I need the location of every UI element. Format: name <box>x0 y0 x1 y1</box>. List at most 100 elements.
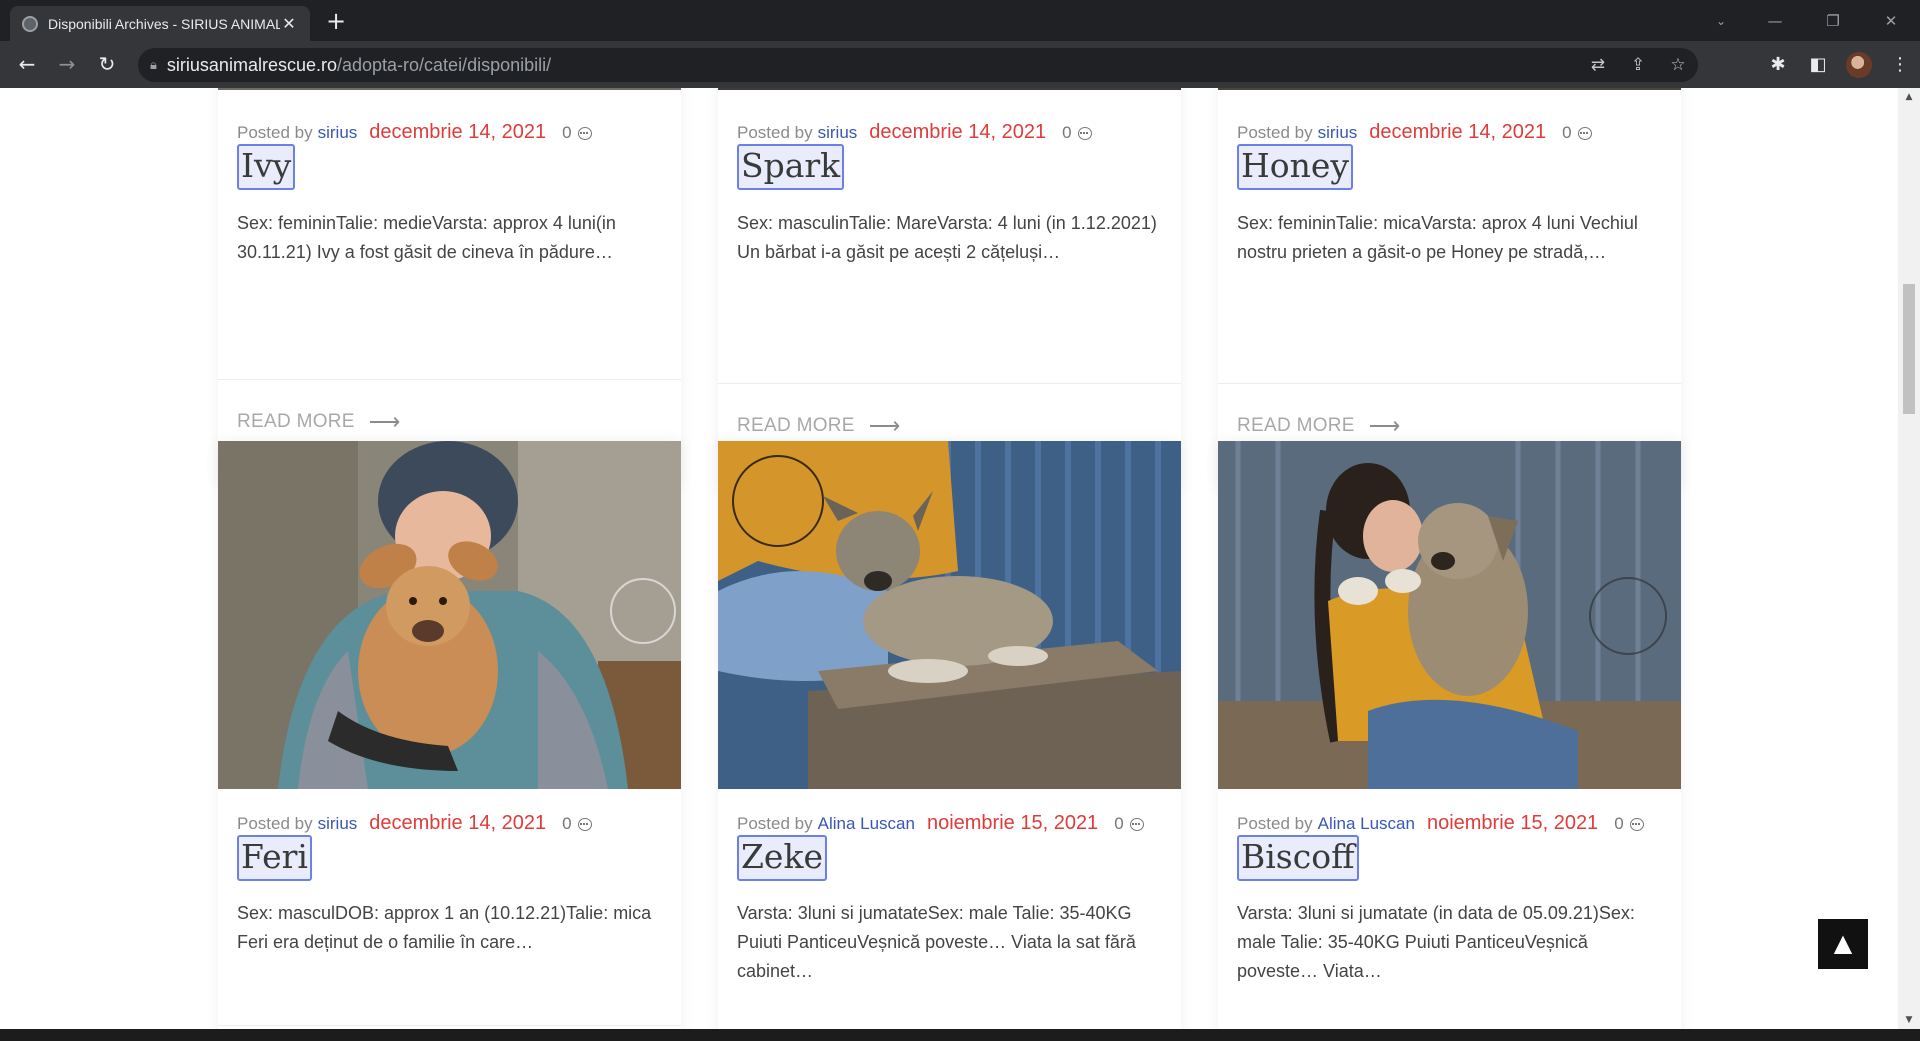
posted-by-label: Posted by <box>737 123 813 142</box>
post-excerpt: Varsta: 3luni si jumatateSex: male Talie… <box>737 903 1136 981</box>
tab-title: Disponibili Archives - SIRIUS ANIMAL RES… <box>48 15 280 32</box>
comment-count-value: 0 <box>562 814 572 833</box>
post-excerpt: Sex: masculinTalie: MareVarsta: 4 luni (… <box>737 213 1157 262</box>
photo-woman-kissing-dog <box>1218 441 1681 789</box>
post-title[interactable]: Honey <box>1237 144 1354 190</box>
post-title[interactable]: Feri <box>237 835 312 881</box>
posted-by-label: Posted by <box>737 814 813 833</box>
post-date[interactable]: noiembrie 15, 2021 <box>927 812 1098 835</box>
post-excerpt: Sex: masculDOB: approx 1 an (10.12.21)Ta… <box>237 903 652 952</box>
scroll-up-arrow-icon[interactable]: ▲ <box>1898 92 1920 102</box>
post-title[interactable]: Spark <box>737 144 845 190</box>
comment-count-value: 0 <box>562 123 572 142</box>
comment-count-value: 0 <box>1614 814 1624 833</box>
post-title[interactable]: Ivy <box>237 144 296 190</box>
side-panel-icon[interactable]: ◧ <box>1798 54 1838 75</box>
comment-count-value: 0 <box>1562 123 1572 142</box>
back-button[interactable]: ← <box>14 52 40 78</box>
browser-toolbar: ← → ↻ 🔒︎ siriusanimalrescue.ro/adopta-ro… <box>0 41 1920 88</box>
card-divider <box>218 1025 681 1026</box>
author-link[interactable]: sirius <box>318 123 358 143</box>
profile-avatar[interactable] <box>1846 51 1872 78</box>
post-date[interactable]: decembrie 14, 2021 <box>869 121 1046 144</box>
post-image[interactable] <box>1218 441 1681 789</box>
post-meta: Posted by sirius decembrie 14, 2021 0 <box>1237 121 1592 144</box>
read-more-link[interactable]: READ MORE ⟶ <box>737 413 901 439</box>
comment-count[interactable]: 0 <box>562 123 592 143</box>
post-card-biscoff: Posted by Alina Luscan noiembrie 15, 202… <box>1218 441 1681 1029</box>
comment-bubble-icon <box>1629 817 1644 831</box>
read-more-label: READ MORE <box>1237 415 1355 436</box>
lock-icon: 🔒︎ <box>150 57 157 72</box>
posted-by-label: Posted by <box>1237 123 1313 142</box>
arrow-right-icon: ⟶ <box>868 413 901 438</box>
post-card-spark: Posted by sirius decembrie 14, 2021 0 Sp… <box>718 88 1181 490</box>
share-icon[interactable]: ⇪ <box>1618 55 1658 75</box>
posted-by-label: Posted by <box>237 123 313 142</box>
card-divider <box>718 383 1181 384</box>
author-link[interactable]: Alina Luscan <box>1318 814 1415 834</box>
card-divider <box>1218 383 1681 384</box>
toolbar-right: ✱ ◧ ⋮ <box>1758 41 1920 88</box>
minimize-button[interactable]: — <box>1746 12 1804 30</box>
restore-button[interactable]: ❐ <box>1804 12 1862 30</box>
post-image[interactable] <box>718 441 1181 789</box>
post-excerpt: Varsta: 3luni si jumatate (in data de 05… <box>1237 903 1635 981</box>
os-taskbar <box>0 1029 1920 1041</box>
post-date[interactable]: decembrie 14, 2021 <box>369 121 546 144</box>
comment-bubble-icon <box>577 817 592 831</box>
site-favicon-icon <box>22 15 38 32</box>
post-date[interactable]: decembrie 14, 2021 <box>1369 121 1546 144</box>
author-link[interactable]: sirius <box>818 123 858 143</box>
post-date[interactable]: noiembrie 15, 2021 <box>1427 812 1598 835</box>
comment-count[interactable]: 0 <box>1562 123 1592 143</box>
author-link[interactable]: sirius <box>318 814 358 834</box>
tab-search-chevron-icon[interactable]: ⌄ <box>1696 14 1746 28</box>
page-viewport: Posted by sirius decembrie 14, 2021 0 Iv… <box>0 88 1898 1029</box>
read-more-link[interactable]: READ MORE ⟶ <box>237 409 401 435</box>
post-card-feri: Posted by sirius decembrie 14, 2021 0 Fe… <box>218 441 681 1029</box>
scrollbar-thumb[interactable] <box>1903 284 1915 414</box>
omnibox-actions: ⇄ ⇪ ☆ <box>1578 48 1698 82</box>
close-window-button[interactable]: ✕ <box>1862 12 1920 30</box>
comment-count[interactable]: 0 <box>1114 814 1144 834</box>
extensions-icon[interactable]: ✱ <box>1758 54 1798 75</box>
read-more-link[interactable]: READ MORE ⟶ <box>1237 413 1401 439</box>
post-image[interactable] <box>1218 88 1681 90</box>
post-image[interactable] <box>718 88 1181 90</box>
post-title[interactable]: Biscoff <box>1237 835 1359 881</box>
post-date[interactable]: decembrie 14, 2021 <box>369 812 546 835</box>
comment-count[interactable]: 0 <box>1062 123 1092 143</box>
page-scrollbar[interactable]: ▲ ▼ <box>1898 88 1920 1029</box>
comment-bubble-icon <box>1077 126 1092 140</box>
bookmark-star-icon[interactable]: ☆ <box>1658 55 1698 75</box>
post-meta: Posted by sirius decembrie 14, 2021 0 <box>237 121 592 144</box>
url-path: /adopta-ro/catei/disponibili/ <box>336 54 552 75</box>
browser-tab[interactable]: Disponibili Archives - SIRIUS ANIMAL RES… <box>10 6 310 41</box>
reload-button[interactable]: ↻ <box>94 52 120 78</box>
post-meta: Posted by sirius decembrie 14, 2021 0 <box>237 812 592 835</box>
comment-count[interactable]: 0 <box>1614 814 1644 834</box>
browser-menu-icon[interactable]: ⋮ <box>1880 54 1920 75</box>
address-bar[interactable]: 🔒︎ siriusanimalrescue.ro/adopta-ro/catei… <box>138 48 1698 82</box>
post-meta: Posted by sirius decembrie 14, 2021 0 <box>737 121 1092 144</box>
post-excerpt: Sex: femininTalie: micaVarsta: aprox 4 l… <box>1237 213 1638 262</box>
photo-puppy-on-doghouse <box>718 441 1181 789</box>
scroll-down-arrow-icon[interactable]: ▼ <box>1898 1015 1920 1025</box>
card-divider <box>218 379 681 380</box>
translate-icon[interactable]: ⇄ <box>1578 55 1618 75</box>
post-image[interactable] <box>218 88 681 90</box>
photo-woman-holding-dog <box>218 441 681 789</box>
comment-count-value: 0 <box>1114 814 1124 833</box>
post-card-zeke: Posted by Alina Luscan noiembrie 15, 202… <box>718 441 1181 1029</box>
comment-count[interactable]: 0 <box>562 814 592 834</box>
forward-button[interactable]: → <box>54 52 80 78</box>
new-tab-button[interactable]: + <box>322 8 350 36</box>
post-meta: Posted by Alina Luscan noiembrie 15, 202… <box>737 812 1144 835</box>
author-link[interactable]: Alina Luscan <box>818 814 915 834</box>
tab-close-icon[interactable]: ✕ <box>280 14 298 34</box>
post-image[interactable] <box>218 441 681 789</box>
author-link[interactable]: sirius <box>1318 123 1358 143</box>
post-title[interactable]: Zeke <box>737 835 827 881</box>
back-to-top-button[interactable]: ▲ <box>1818 919 1868 969</box>
